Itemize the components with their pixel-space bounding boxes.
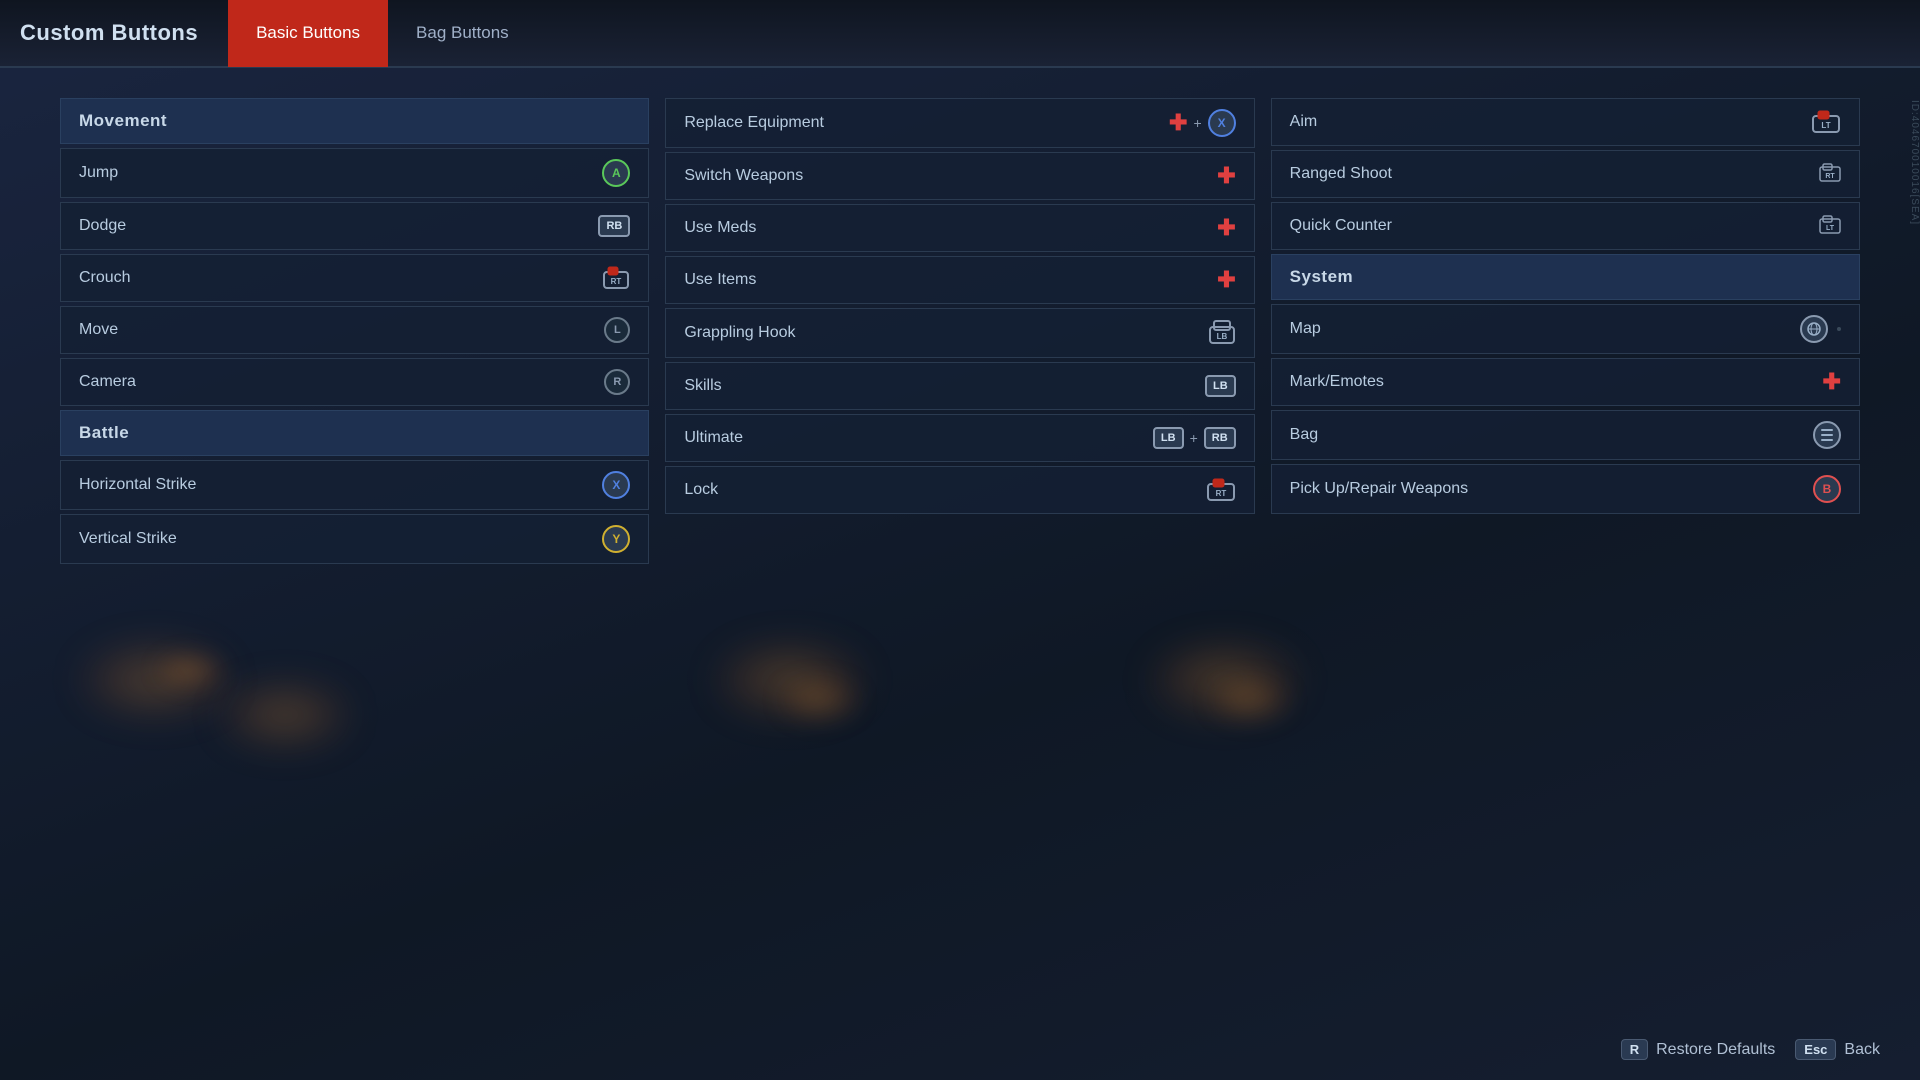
equipment-column: Replace Equipment ✚ + X Switch Weapons ✚…	[665, 98, 1254, 564]
map-icon	[1800, 315, 1828, 343]
back-button[interactable]: Esc Back	[1795, 1039, 1880, 1060]
restore-defaults-button[interactable]: R Restore Defaults	[1621, 1039, 1776, 1060]
rt-trigger-icon: RT	[1206, 478, 1236, 502]
list-item[interactable]: Bag	[1271, 410, 1860, 460]
list-item[interactable]: Aim LT	[1271, 98, 1860, 146]
back-label: Back	[1844, 1041, 1880, 1059]
footer: R Restore Defaults Esc Back	[1621, 1039, 1880, 1060]
tab-basic-buttons[interactable]: Basic Buttons	[228, 0, 388, 67]
list-item[interactable]: Map	[1271, 304, 1860, 354]
button-lb-icon: LB	[1153, 427, 1184, 449]
list-item[interactable]: Move L	[60, 306, 649, 354]
svg-text:RT: RT	[1215, 489, 1226, 498]
button-a-icon: A	[602, 159, 630, 187]
list-item[interactable]: Replace Equipment ✚ + X	[665, 98, 1254, 148]
list-item[interactable]: Use Meds ✚	[665, 204, 1254, 252]
list-item[interactable]: Mark/Emotes ✚	[1271, 358, 1860, 406]
list-item[interactable]: Lock RT	[665, 466, 1254, 514]
list-item[interactable]: Vertical Strike Y	[60, 514, 649, 564]
system-header: System	[1271, 254, 1860, 300]
svg-text:RT: RT	[1825, 173, 1835, 180]
battle-header: Battle	[60, 410, 649, 456]
button-x-icon: X	[1208, 109, 1236, 137]
list-item[interactable]: Grappling Hook LB	[665, 308, 1254, 358]
list-item[interactable]: Use Items ✚	[665, 256, 1254, 304]
stick-r-icon: R	[604, 369, 630, 395]
tab-bag-buttons[interactable]: Bag Buttons	[388, 0, 537, 67]
trigger-small-icon2: LT	[1819, 215, 1841, 237]
main-content: Movement Jump A Dodge RB Crouch RT	[0, 68, 1920, 594]
list-item[interactable]: Jump A	[60, 148, 649, 198]
list-item[interactable]: Dodge RB	[60, 202, 649, 250]
list-item[interactable]: Pick Up/Repair Weapons B	[1271, 464, 1860, 514]
svg-text:RT: RT	[611, 277, 622, 286]
trigger-small-icon: RT	[1819, 163, 1841, 185]
svg-text:LB: LB	[1216, 332, 1227, 341]
stick-l-icon: L	[604, 317, 630, 343]
svg-text:LT: LT	[1826, 225, 1835, 232]
button-b-icon: B	[1813, 475, 1841, 503]
cross-icon: ✚	[1169, 112, 1187, 134]
button-lb-icon: LB	[1205, 375, 1236, 397]
button-y-icon: Y	[602, 525, 630, 553]
cross-icon: ✚	[1217, 269, 1235, 291]
list-item[interactable]: Quick Counter LT	[1271, 202, 1860, 250]
list-item[interactable]: Switch Weapons ✚	[665, 152, 1254, 200]
page-title: Custom Buttons	[20, 20, 198, 46]
trigger-rt-icon: RT	[602, 266, 630, 290]
list-item[interactable]: Ranged Shoot RT	[1271, 150, 1860, 198]
lb-icon: LB	[1208, 319, 1236, 347]
cross-icon: ✚	[1217, 165, 1235, 187]
restore-key: R	[1621, 1039, 1648, 1060]
button-rb-icon: RB	[598, 215, 630, 237]
menu-icon	[1813, 421, 1841, 449]
back-key: Esc	[1795, 1039, 1836, 1060]
button-x-icon: X	[602, 471, 630, 499]
movement-column: Movement Jump A Dodge RB Crouch RT	[60, 98, 649, 564]
cross-icon: ✚	[1823, 371, 1841, 393]
list-item[interactable]: Camera R	[60, 358, 649, 406]
list-item[interactable]: Skills LB	[665, 362, 1254, 410]
combat-column: Aim LT Ranged Shoot RT Quick Counter	[1271, 98, 1860, 564]
list-item[interactable]: Crouch RT	[60, 254, 649, 302]
list-item[interactable]: Ultimate LB + RB	[665, 414, 1254, 462]
header: Custom Buttons Basic Buttons Bag Buttons	[0, 0, 1920, 68]
list-item[interactable]: Horizontal Strike X	[60, 460, 649, 510]
movement-header: Movement	[60, 98, 649, 144]
svg-text:LT: LT	[1821, 121, 1830, 130]
side-text: ID:404670010016[SEA]	[1909, 100, 1920, 225]
cross-icon: ✚	[1217, 217, 1235, 239]
lt-trigger-icon: LT	[1811, 110, 1841, 134]
button-rb-icon: RB	[1204, 427, 1236, 449]
restore-label: Restore Defaults	[1656, 1041, 1775, 1059]
